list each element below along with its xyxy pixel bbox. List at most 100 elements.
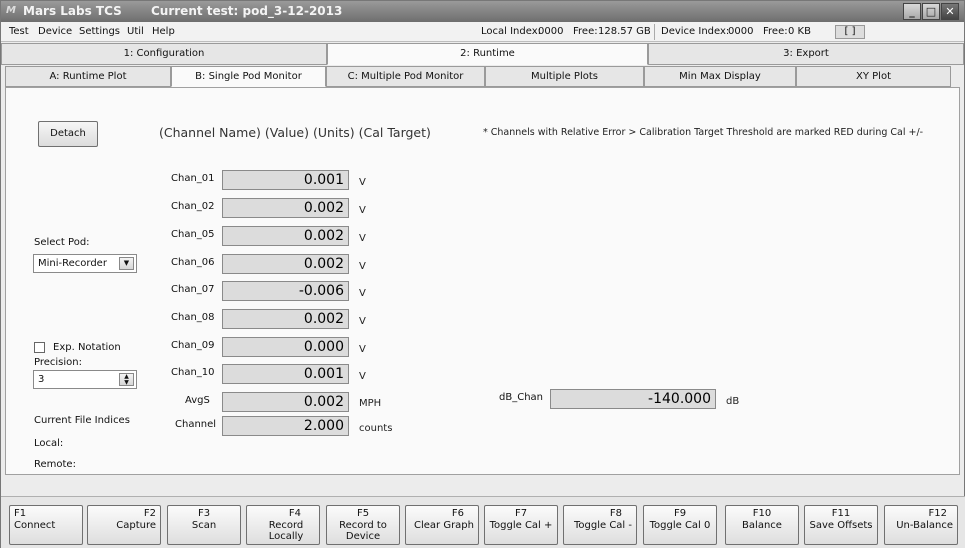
channel-unit: V xyxy=(359,371,366,382)
fkey-label: Toggle Cal - xyxy=(573,520,632,531)
fkey-number: F12 xyxy=(928,508,947,519)
menu-divider xyxy=(654,24,655,40)
minimize-button[interactable]: _ xyxy=(903,3,921,20)
channel-counts-value: 2.000 xyxy=(222,416,349,436)
fkey-label: Record to Device xyxy=(339,520,387,542)
pod-select[interactable]: Mini-Recorder ▼ xyxy=(33,254,137,273)
f5-record-to-device-button[interactable]: F5 Record to Device xyxy=(326,505,400,545)
f9-toggle-cal-zero-button[interactable]: F9 Toggle Cal 0 xyxy=(643,505,717,545)
sub-tab-row: A: Runtime Plot B: Single Pod Monitor C:… xyxy=(1,66,965,87)
channel-unit: V xyxy=(359,205,366,216)
fkey-number: F11 xyxy=(831,508,851,519)
local-label: Local: xyxy=(34,438,64,449)
channel-name: Chan_09 xyxy=(171,340,215,351)
fkey-label: Scan xyxy=(191,520,217,531)
app-window: M Mars Labs TCS Current test: pod_3-12-2… xyxy=(0,0,965,548)
fkey-number: F3 xyxy=(197,508,211,519)
title-bar: M Mars Labs TCS Current test: pod_3-12-2… xyxy=(1,1,964,22)
fkey-number: F8 xyxy=(609,508,622,519)
fkey-label: Toggle Cal 0 xyxy=(649,520,711,531)
app-logo-icon: M xyxy=(6,5,16,16)
spin-arrows-icon[interactable]: ▲ ▼ xyxy=(119,373,134,386)
exp-notation-label: Exp. Notation xyxy=(53,342,121,353)
menu-util[interactable]: Util xyxy=(127,26,144,37)
channel-name: Chan_08 xyxy=(171,312,215,323)
fkey-number: F7 xyxy=(514,508,528,519)
device-index-label: Device Index: xyxy=(661,26,730,37)
f2-capture-button[interactable]: F2 Capture xyxy=(87,505,161,545)
main-tab-row: 1: Configuration 2: Runtime 3: Export xyxy=(1,43,965,65)
fkey-label: Balance xyxy=(742,520,782,531)
tab-single-pod-monitor[interactable]: B: Single Pod Monitor xyxy=(171,66,326,87)
fkey-label: Capture xyxy=(116,520,156,531)
menu-bar: Test Device Settings Util Help Local Ind… xyxy=(1,22,964,42)
channel-counts-name: Channel xyxy=(175,419,217,430)
tab-min-max-display[interactable]: Min Max Display xyxy=(644,66,796,87)
channel-name: Chan_06 xyxy=(171,257,215,268)
local-free-value: 128.57 GB xyxy=(598,26,651,37)
device-index-value: 0000 xyxy=(728,26,754,37)
f7-toggle-cal-plus-button[interactable]: F7 Toggle Cal + xyxy=(484,505,558,545)
tab-multiple-pod-monitor[interactable]: C: Multiple Pod Monitor xyxy=(326,66,485,87)
db-chan-name: dB_Chan xyxy=(499,392,543,403)
menu-settings[interactable]: Settings xyxy=(79,26,120,37)
f1-connect-button[interactable]: F1 Connect xyxy=(9,505,83,545)
precision-stepper[interactable]: 3 ▲ ▼ xyxy=(33,370,137,389)
current-test-title: Current test: pod_3-12-2013 xyxy=(151,4,343,18)
detach-button[interactable]: Detach xyxy=(38,121,98,147)
chevron-down-icon[interactable]: ▼ xyxy=(119,257,134,270)
channel-name: Chan_05 xyxy=(171,229,215,240)
db-chan-value: -140.000 xyxy=(550,389,716,409)
pod-select-value: Mini-Recorder xyxy=(38,258,107,269)
fkey-label: Save Offsets xyxy=(809,520,873,531)
channel-value: 0.001 xyxy=(222,170,349,190)
channel-columns-header: (Channel Name) (Value) (Units) (Cal Targ… xyxy=(159,125,431,140)
channel-value: -0.006 xyxy=(222,281,349,301)
f11-save-offsets-button[interactable]: F11 Save Offsets xyxy=(804,505,878,545)
f10-balance-button[interactable]: F10 Balance xyxy=(725,505,799,545)
channel-unit: V xyxy=(359,316,366,327)
tab-configuration[interactable]: 1: Configuration xyxy=(1,43,327,65)
menu-device[interactable]: Device xyxy=(38,26,72,37)
channel-value: 0.002 xyxy=(222,226,349,246)
f12-un-balance-button[interactable]: F12 Un-Balance xyxy=(884,505,958,545)
channel-value: 0.002 xyxy=(222,198,349,218)
f4-record-locally-button[interactable]: F4 Record Locally xyxy=(246,505,320,545)
channel-unit: V xyxy=(359,344,366,355)
f6-clear-graph-button[interactable]: F6 Clear Graph xyxy=(405,505,479,545)
menu-help[interactable]: Help xyxy=(152,26,175,37)
remote-label: Remote: xyxy=(34,459,76,470)
avgs-unit: MPH xyxy=(359,398,382,409)
tab-runtime-plot[interactable]: A: Runtime Plot xyxy=(5,66,171,87)
device-free-label: Free: xyxy=(763,26,788,37)
close-button[interactable]: ✕ xyxy=(941,3,959,20)
fkey-number: F6 xyxy=(451,508,464,519)
channel-name: Chan_07 xyxy=(171,284,215,295)
maximize-button[interactable]: □ xyxy=(922,3,940,20)
local-index-value: 0000 xyxy=(538,26,564,37)
fkey-number: F4 xyxy=(288,508,301,519)
tab-xy-plot[interactable]: XY Plot xyxy=(796,66,951,87)
f3-scan-button[interactable]: F3 Scan xyxy=(167,505,241,545)
channel-value: 0.001 xyxy=(222,364,349,384)
menu-test[interactable]: Test xyxy=(9,26,29,37)
fkey-label: Toggle Cal + xyxy=(489,520,553,531)
channel-name: Chan_01 xyxy=(171,173,215,184)
app-title: Mars Labs TCS xyxy=(23,4,122,18)
fkey-number: F10 xyxy=(752,508,772,519)
tab-runtime[interactable]: 2: Runtime xyxy=(327,43,648,65)
avgs-name: AvgS xyxy=(185,395,210,406)
channel-unit: V xyxy=(359,177,366,188)
channel-counts-unit: counts xyxy=(359,423,393,434)
tab-export[interactable]: 3: Export xyxy=(648,43,964,65)
f8-toggle-cal-minus-button[interactable]: F8 Toggle Cal - xyxy=(563,505,637,545)
local-free-label: Free: xyxy=(573,26,598,37)
fkey-label: Un-Balance xyxy=(896,520,953,531)
exp-notation-checkbox[interactable] xyxy=(34,342,45,353)
tab-multiple-plots[interactable]: Multiple Plots xyxy=(485,66,644,87)
channel-name: Chan_02 xyxy=(171,201,215,212)
channel-unit: V xyxy=(359,261,366,272)
select-pod-label: Select Pod: xyxy=(34,237,90,248)
channel-unit: V xyxy=(359,233,366,244)
device-free-value: 0 KB xyxy=(788,26,811,37)
